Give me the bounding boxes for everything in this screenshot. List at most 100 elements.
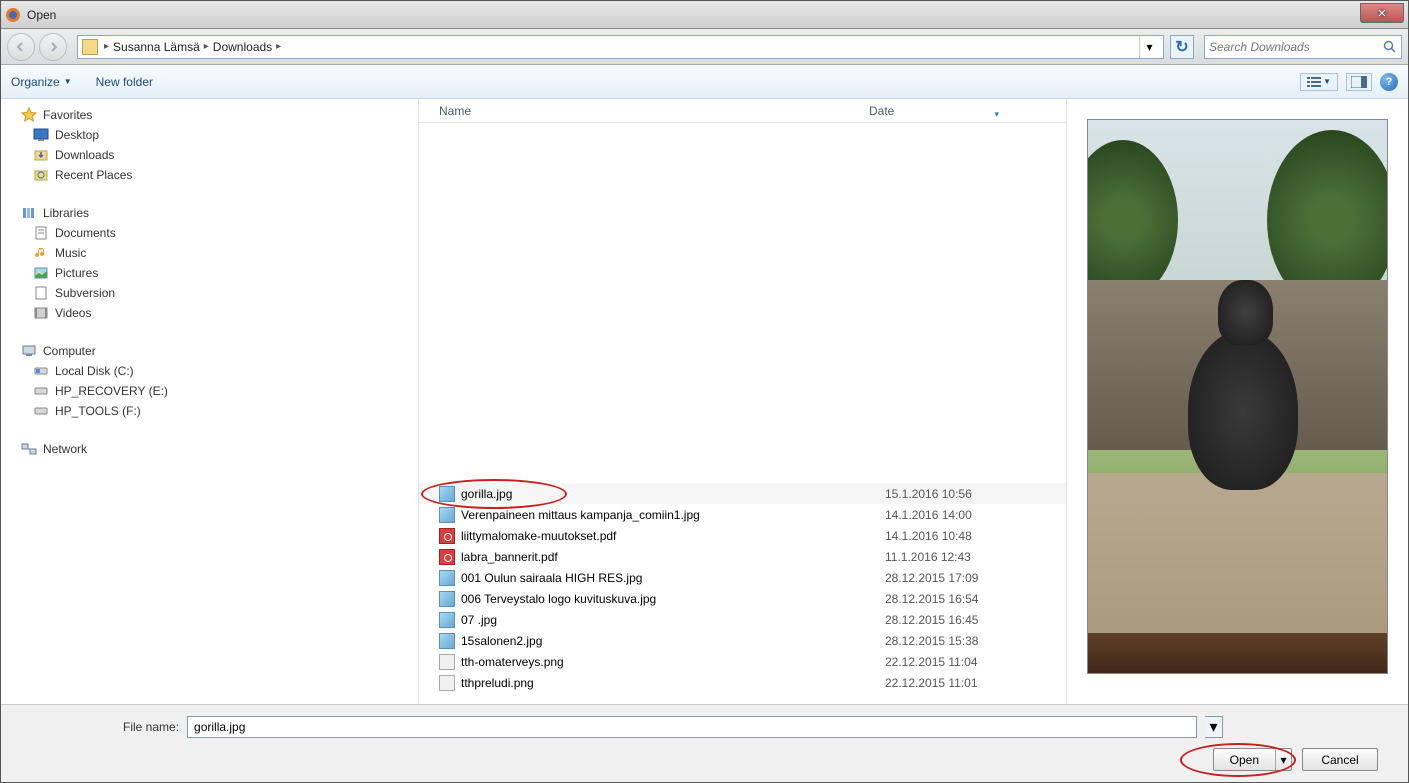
- sort-indicator-icon: ▾: [994, 109, 999, 120]
- column-date-header[interactable]: Date▾: [869, 104, 1029, 118]
- file-row[interactable]: tth-omaterveys.png22.12.2015 11:04: [419, 651, 1066, 672]
- search-box[interactable]: [1204, 35, 1402, 59]
- file-name: 001 Oulun sairaala HIGH RES.jpg: [461, 571, 885, 585]
- file-row[interactable]: gorilla.jpg15.1.2016 10:56: [419, 483, 1066, 504]
- file-name: gorilla.jpg: [461, 487, 885, 501]
- sidebar-item-pictures[interactable]: Pictures: [1, 263, 418, 283]
- file-name: 006 Terveystalo logo kuvituskuva.jpg: [461, 592, 885, 606]
- new-folder-button[interactable]: New folder: [96, 75, 153, 89]
- chevron-down-icon: ▼: [1323, 77, 1331, 86]
- file-name: 07 .jpg: [461, 613, 885, 627]
- file-row[interactable]: 006 Terveystalo logo kuvituskuva.jpg28.1…: [419, 588, 1066, 609]
- chevron-down-icon: ▼: [64, 77, 72, 86]
- folder-icon: [82, 39, 98, 55]
- sidebar-item-local-disk[interactable]: Local Disk (C:): [1, 361, 418, 381]
- chevron-right-icon: ▸: [100, 41, 113, 52]
- img-file-icon: [439, 591, 455, 607]
- address-bar[interactable]: ▸ Susanna Lämsä ▸ Downloads ▸ ▾: [77, 35, 1164, 59]
- filetype-dropdown[interactable]: ▾: [1205, 716, 1223, 738]
- file-row[interactable]: 07 .jpg28.12.2015 16:45: [419, 609, 1066, 630]
- disk-icon: [33, 383, 49, 399]
- window-title: Open: [27, 8, 56, 22]
- sidebar-item-documents[interactable]: Documents: [1, 223, 418, 243]
- breadcrumb-folder[interactable]: Downloads: [213, 40, 272, 54]
- libraries-icon: [21, 205, 37, 221]
- file-date: 28.12.2015 16:45: [885, 613, 978, 627]
- file-row[interactable]: Verenpaineen mittaus kampanja_comiin1.jp…: [419, 504, 1066, 525]
- file-name: liittymalomake-muutokset.pdf: [461, 529, 885, 543]
- bottom-bar: File name: ▾ Open ▾ Cancel: [1, 704, 1408, 782]
- refresh-button[interactable]: ↻: [1170, 35, 1194, 59]
- documents-icon: [33, 225, 49, 241]
- filename-label: File name:: [123, 720, 179, 734]
- img-file-icon: [439, 486, 455, 502]
- png-file-icon: [439, 675, 455, 691]
- file-name: labra_bannerit.pdf: [461, 550, 885, 564]
- sidebar-item-subversion[interactable]: Subversion: [1, 283, 418, 303]
- file-date: 22.12.2015 11:01: [885, 676, 978, 690]
- organize-button[interactable]: Organize ▼: [11, 75, 72, 89]
- address-dropdown[interactable]: ▾: [1139, 36, 1159, 58]
- file-date: 14.1.2016 14:00: [885, 508, 972, 522]
- preview-image: [1087, 119, 1388, 674]
- cancel-button[interactable]: Cancel: [1302, 748, 1378, 771]
- sidebar-item-videos[interactable]: Videos: [1, 303, 418, 323]
- file-name: Verenpaineen mittaus kampanja_comiin1.jp…: [461, 508, 885, 522]
- sidebar-item-downloads[interactable]: Downloads: [1, 145, 418, 165]
- music-icon: [33, 245, 49, 261]
- help-button[interactable]: ?: [1380, 73, 1398, 91]
- search-input[interactable]: [1209, 40, 1383, 54]
- column-name-header[interactable]: Name: [419, 104, 869, 118]
- file-row[interactable]: labra_bannerit.pdf11.1.2016 12:43: [419, 546, 1066, 567]
- file-name: 15salonen2.jpg: [461, 634, 885, 648]
- view-mode-button[interactable]: ▼: [1300, 73, 1338, 91]
- file-date: 11.1.2016 12:43: [885, 550, 971, 564]
- file-name: tth-omaterveys.png: [461, 655, 885, 669]
- videos-icon: [33, 305, 49, 321]
- subversion-icon: [33, 285, 49, 301]
- title-bar: Open ✕: [1, 1, 1408, 29]
- disk-icon: [33, 363, 49, 379]
- sidebar-item-hp-tools[interactable]: HP_TOOLS (F:): [1, 401, 418, 421]
- close-button[interactable]: ✕: [1360, 3, 1404, 23]
- main-content: Favorites Desktop Downloads Recent Place…: [1, 99, 1408, 704]
- open-button[interactable]: Open ▾: [1213, 748, 1292, 771]
- sidebar-favorites-header[interactable]: Favorites: [1, 105, 418, 125]
- img-file-icon: [439, 570, 455, 586]
- open-dialog-window: Open ✕ ▸ Susanna Lämsä ▸ Downloads ▸ ▾ ↻…: [0, 0, 1409, 783]
- sidebar-item-desktop[interactable]: Desktop: [1, 125, 418, 145]
- sidebar-libraries-header[interactable]: Libraries: [1, 203, 418, 223]
- preview-panel: [1066, 99, 1408, 704]
- file-row[interactable]: 15salonen2.jpg28.12.2015 15:38: [419, 630, 1066, 651]
- filename-input[interactable]: [187, 716, 1197, 738]
- pdf-file-icon: [439, 549, 455, 565]
- back-button[interactable]: [7, 33, 35, 61]
- sidebar-item-music[interactable]: Music: [1, 243, 418, 263]
- file-date: 28.12.2015 17:09: [885, 571, 978, 585]
- open-dropdown[interactable]: ▾: [1275, 749, 1291, 770]
- preview-pane-button[interactable]: [1346, 73, 1372, 91]
- sidebar-network-header[interactable]: Network: [1, 439, 418, 459]
- disk-icon: [33, 403, 49, 419]
- desktop-icon: [33, 127, 49, 143]
- file-row[interactable]: tthpreludi.png22.12.2015 11:01: [419, 672, 1066, 693]
- chevron-right-icon: ▸: [200, 41, 213, 52]
- sidebar-item-recent[interactable]: Recent Places: [1, 165, 418, 185]
- breadcrumb-user[interactable]: Susanna Lämsä: [113, 40, 200, 54]
- list-view-icon: [1307, 76, 1321, 88]
- toolbar: Organize ▼ New folder ▼ ?: [1, 65, 1408, 99]
- file-row[interactable]: 001 Oulun sairaala HIGH RES.jpg28.12.201…: [419, 567, 1066, 588]
- close-icon: ✕: [1377, 7, 1386, 20]
- img-file-icon: [439, 507, 455, 523]
- file-date: 22.12.2015 11:04: [885, 655, 978, 669]
- file-row[interactable]: liittymalomake-muutokset.pdf14.1.2016 10…: [419, 525, 1066, 546]
- sidebar-item-hp-recovery[interactable]: HP_RECOVERY (E:): [1, 381, 418, 401]
- preview-pane-icon: [1351, 76, 1367, 88]
- downloads-icon: [33, 147, 49, 163]
- sidebar-computer-header[interactable]: Computer: [1, 341, 418, 361]
- file-date: 28.12.2015 15:38: [885, 634, 978, 648]
- file-list[interactable]: gorilla.jpg15.1.2016 10:56 Verenpaineen m…: [419, 123, 1066, 704]
- navigation-sidebar[interactable]: Favorites Desktop Downloads Recent Place…: [1, 99, 419, 704]
- file-name: tthpreludi.png: [461, 676, 885, 690]
- forward-button[interactable]: [39, 33, 67, 61]
